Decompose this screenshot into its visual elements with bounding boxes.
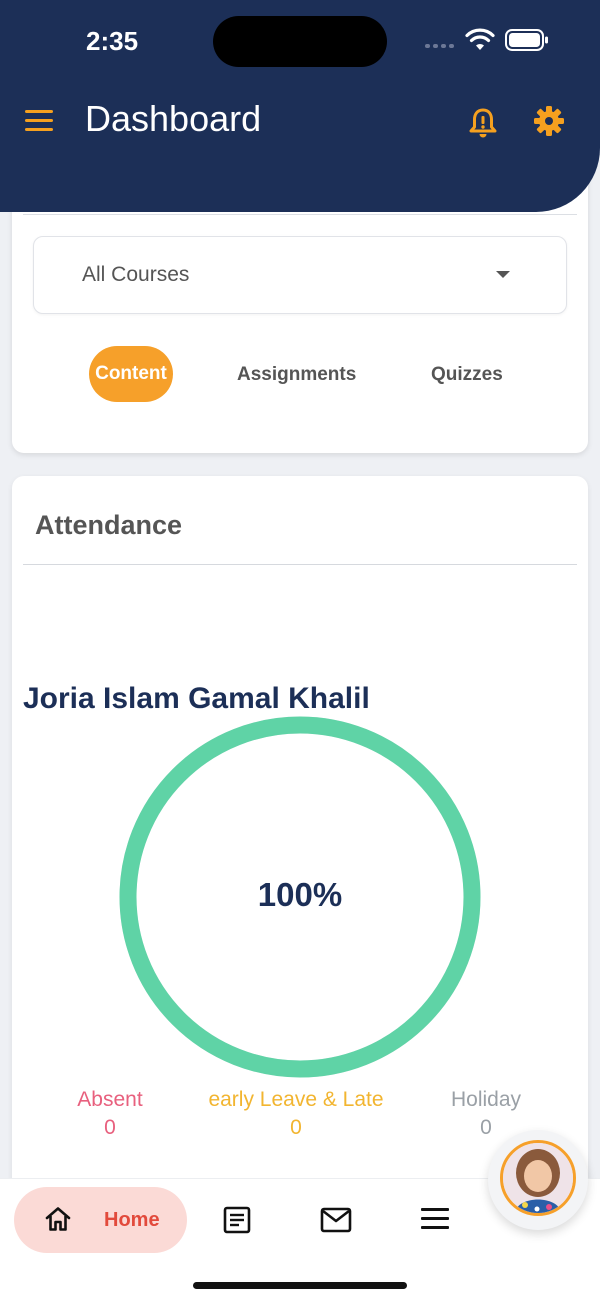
wifi-icon [465,28,495,50]
nav-home[interactable]: Home [14,1187,187,1253]
tab-quizzes[interactable]: Quizzes [431,364,503,386]
dropdown-arrow-icon [496,271,510,278]
nav-home-label: Home [104,1209,160,1231]
bell-alert-icon[interactable] [468,107,498,139]
divider [23,214,577,215]
cellular-signal-icon [425,44,454,48]
page-title: Dashboard [85,98,262,139]
course-select-value: All Courses [82,263,190,286]
document-icon[interactable] [222,1205,252,1235]
legend-late-value: 0 [290,1116,302,1139]
app-header: 2:35 Dashboard [0,0,600,212]
legend-absent-value: 0 [104,1116,116,1139]
avatar-image [503,1143,573,1213]
attendance-percent: 100% [257,876,343,913]
gear-icon[interactable] [533,105,565,137]
menu-icon[interactable] [421,1208,449,1235]
divider [23,564,577,565]
dynamic-island [213,16,387,67]
attendance-card: Attendance Joria Islam Gamal Khalil 100%… [12,476,588,1216]
mail-icon[interactable] [320,1207,352,1233]
student-name: Joria Islam Gamal Khalil [23,682,370,715]
legend-absent-label: Absent [77,1088,143,1111]
status-time: 2:35 [86,26,139,56]
legend-late-label: early Leave & Late [208,1088,384,1111]
avatar [500,1140,576,1216]
tab-content[interactable]: Content [89,346,173,402]
battery-icon [505,29,548,51]
avatar-button[interactable] [488,1130,588,1230]
legend-early-leave-late: early Leave & Late 0 [196,1088,396,1140]
attendance-title: Attendance [35,510,183,540]
home-indicator [193,1282,407,1289]
course-select[interactable]: All Courses [33,236,567,314]
hamburger-menu-icon[interactable] [25,110,53,132]
legend-holiday-label: Holiday [450,1088,522,1111]
tab-assignments[interactable]: Assignments [237,364,356,386]
legend-absent: Absent 0 [65,1088,155,1140]
home-icon [45,1207,71,1231]
